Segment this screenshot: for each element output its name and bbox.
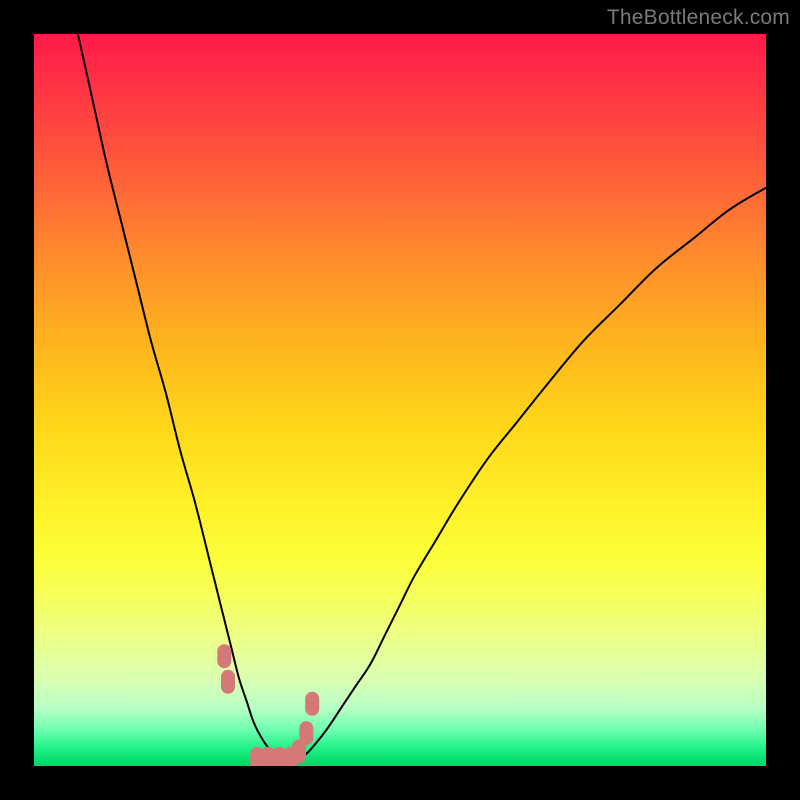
highlight-marker bbox=[221, 670, 235, 694]
plot-area bbox=[34, 34, 766, 766]
bottleneck-curve bbox=[78, 34, 766, 759]
highlight-marker bbox=[217, 644, 231, 668]
highlight-marker bbox=[299, 721, 313, 745]
watermark-text: TheBottleneck.com bbox=[607, 6, 790, 30]
highlight-marker bbox=[305, 692, 319, 716]
curve-layer bbox=[34, 34, 766, 766]
marker-group bbox=[217, 644, 319, 766]
chart-frame: TheBottleneck.com bbox=[0, 0, 800, 800]
